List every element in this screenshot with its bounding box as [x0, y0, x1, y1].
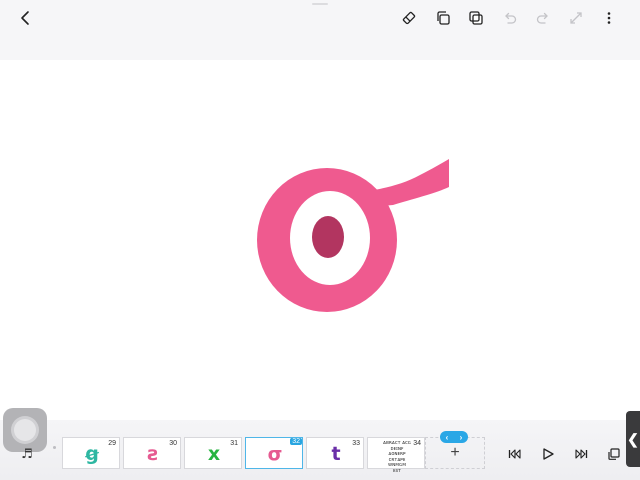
more-options-icon[interactable] [599, 8, 619, 28]
frame-thumbnail[interactable]: ꞡ 29 [62, 437, 120, 469]
frame-number: 33 [352, 440, 360, 447]
frame-strip: ꞡ 29 ƨ 30 x 31 σ 32 t 33 ᴀʙʀᴀᴄᴛ ᴀᴄɢ ᴅᴇɪɴ… [62, 437, 442, 473]
frame-number: 30 [169, 440, 177, 447]
frame-thumbnail-selected[interactable]: σ 32 [245, 437, 303, 469]
frame-thumbnail[interactable]: x 31 [184, 437, 242, 469]
frame-number: 32 [290, 438, 302, 445]
eraser-icon[interactable] [399, 8, 419, 28]
frame-thumbnail[interactable]: ƨ 30 [123, 437, 181, 469]
play-icon[interactable] [538, 445, 558, 463]
skip-to-start-icon[interactable] [505, 445, 525, 463]
frame-thumbnail[interactable]: t 33 [306, 437, 364, 469]
sigma-glyph-drawing [257, 159, 449, 312]
frame-nav-prev[interactable]: ‹ [446, 433, 449, 442]
glyph-center-dot [312, 216, 344, 258]
undo-icon[interactable] [500, 8, 520, 28]
frame-nav-pill[interactable]: ‹ › [440, 431, 468, 443]
frame-number: 29 [108, 440, 116, 447]
back-chevron-icon[interactable] [16, 8, 36, 28]
copy-frame-icon[interactable] [433, 8, 453, 28]
layers-icon[interactable] [604, 445, 624, 463]
drawing-canvas[interactable] [0, 60, 640, 420]
top-toolbar [0, 0, 640, 60]
frame-thumbnail[interactable]: ᴀʙʀᴀᴄᴛ ᴀᴄɢ ᴅᴇɪɴꜰ ᴀᴏɴᴇʀᴘ ᴄʀᴛᴀᴘᴇ ᴡɴᴍɢᴍ ᴇꜱᴛ… [367, 437, 425, 473]
paste-frame-icon[interactable] [466, 8, 486, 28]
transform-icon[interactable] [566, 8, 586, 28]
side-panel-chevron-icon: ❮ [627, 430, 639, 447]
frame-number: 34 [413, 440, 421, 447]
frame-nav-next[interactable]: › [460, 433, 463, 442]
redo-icon[interactable] [533, 8, 553, 28]
add-frame-label: + [450, 444, 460, 461]
frame-glyph: σ [267, 443, 283, 465]
music-note-icon[interactable]: ♬ [18, 445, 36, 463]
top-grabber [312, 3, 328, 5]
strip-start-marker [53, 446, 56, 449]
side-panel-tab[interactable]: ❮ [626, 411, 640, 467]
skip-to-end-icon[interactable] [571, 445, 591, 463]
assistive-touch-dot [14, 419, 36, 441]
frame-number: 31 [230, 440, 238, 447]
